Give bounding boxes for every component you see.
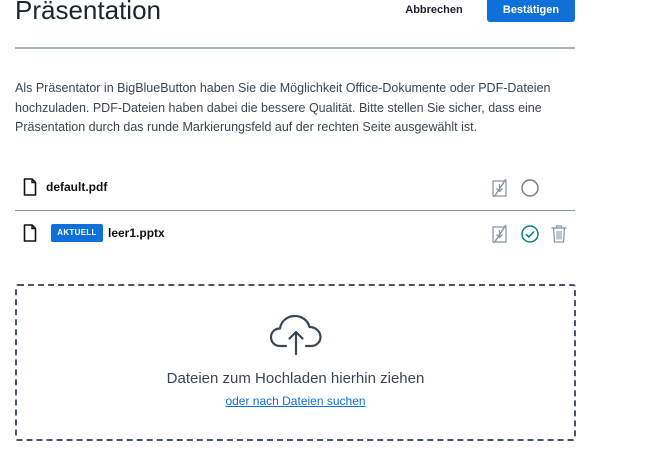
file-icon [23,224,37,247]
cloud-upload-icon [269,312,323,361]
file-row-leer1-pptx: AKTUELL leer1.pptx [15,218,575,254]
dropzone-text: Dateien zum Hochladen hierhin ziehen [166,370,425,387]
header-divider [15,47,575,49]
page-title: Präsentation [15,0,161,25]
current-badge: AKTUELL [51,224,103,242]
intro-text: Als Präsentator in BigBlueButton haben S… [15,81,551,134]
radio-empty-icon[interactable] [520,178,540,203]
trash-icon[interactable] [550,224,568,249]
download-disabled-icon[interactable] [491,178,509,203]
download-disabled-icon[interactable] [491,224,509,249]
browse-files-link[interactable]: oder nach Dateien suchen [225,394,365,408]
file-icon [23,178,37,201]
row-divider [15,210,575,211]
cancel-button[interactable]: Abbrechen [398,0,470,22]
check-circle-icon[interactable] [520,224,540,249]
file-row-default-pdf: default.pdf [15,172,575,208]
file-name: default.pdf [46,180,108,194]
file-name: leer1.pptx [108,226,165,240]
confirm-button[interactable]: Bestätigen [487,0,575,22]
upload-dropzone[interactable]: Dateien zum Hochladen hierhin ziehen ode… [15,284,576,441]
